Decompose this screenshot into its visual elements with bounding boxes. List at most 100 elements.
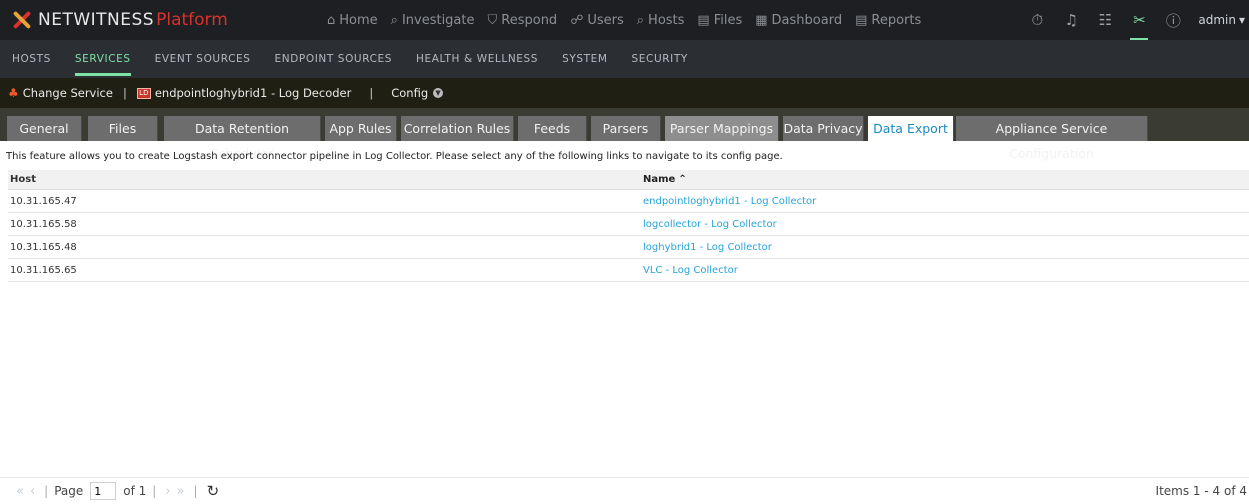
nav-investigate[interactable]: ⌕ Investigate: [391, 13, 475, 28]
investigate-icon: ⌕: [390, 12, 398, 28]
tab-parser-mappings[interactable]: Parser Mappings: [665, 116, 779, 141]
subnav-endpoint-sources[interactable]: ENDPOINT SOURCES: [275, 40, 393, 78]
service-bar: ♣ Change Service | LD endpointloghybrid1…: [0, 78, 1249, 108]
service-name: endpointloghybrid1 - Log Decoder: [154, 86, 352, 100]
host-cell: 10.31.165.65: [10, 264, 77, 276]
tab-correlation-rules[interactable]: Correlation Rules: [401, 116, 514, 141]
collector-link[interactable]: loghybrid1 - Log Collector: [635, 242, 772, 253]
first-page-icon[interactable]: «: [16, 484, 24, 499]
nav-hosts[interactable]: ⌕ Hosts: [637, 13, 685, 28]
files-icon: ▤: [697, 12, 710, 28]
tab-files[interactable]: Files: [88, 116, 158, 141]
admin-sub-nav: HOSTS SERVICES EVENT SOURCES ENDPOINT SO…: [0, 40, 1249, 78]
config-dropdown[interactable]: Config ▼: [391, 86, 444, 100]
logo-brand-text: NETWITNESS: [38, 10, 155, 30]
page-number-input[interactable]: [90, 482, 117, 500]
admin-tools-icon[interactable]: ✂: [1130, 0, 1149, 40]
dashboard-icon: ▦: [755, 12, 768, 28]
subnav-event-sources[interactable]: EVENT SOURCES: [155, 40, 251, 78]
collector-link[interactable]: endpointloghybrid1 - Log Collector: [635, 196, 816, 207]
nav-home[interactable]: ⌂ Home: [327, 13, 378, 28]
divider: |: [44, 484, 49, 498]
config-label: Config: [391, 86, 429, 100]
table-row: 10.31.165.65 VLC - Log Collector: [8, 259, 1249, 282]
tab-data-retention-scheduler[interactable]: Data Retention Scheduler: [164, 116, 321, 161]
divider: |: [152, 484, 157, 498]
change-service-button[interactable]: ♣ Change Service: [8, 86, 113, 100]
reports-icon: ▤: [855, 12, 868, 28]
host-cell: 10.31.165.48: [10, 241, 77, 253]
collector-link[interactable]: VLC - Log Collector: [635, 265, 738, 276]
respond-icon: ⛉: [487, 12, 498, 28]
host-cell: 10.31.165.47: [10, 195, 77, 207]
collector-link[interactable]: logcollector - Log Collector: [635, 219, 777, 230]
nav-reports-label: Reports: [871, 12, 922, 28]
help-icon[interactable]: ⓘ: [1164, 10, 1182, 31]
items-count: Items 1 - 4 of 4: [1155, 484, 1247, 498]
tab-data-privacy[interactable]: Data Privacy: [783, 116, 864, 141]
next-page-icon[interactable]: ›: [165, 484, 170, 499]
main-nav: ⌂ Home ⌕ Investigate ⛉ Respond ☍ Users ⌕ Host…: [327, 0, 921, 40]
tab-general[interactable]: General: [7, 116, 82, 141]
nav-files[interactable]: ▤ Files: [697, 13, 742, 28]
log-decoder-icon: LD: [136, 87, 151, 99]
tasks-icon[interactable]: ☷: [1096, 11, 1114, 29]
user-menu[interactable]: admin ▾: [1198, 13, 1245, 27]
prev-page-icon[interactable]: ‹: [30, 484, 35, 499]
page-label: Page: [54, 484, 84, 498]
sort-ascending-icon: ⌃: [678, 174, 687, 185]
feature-description: This feature allows you to create Logsta…: [6, 151, 783, 162]
subnav-services[interactable]: SERVICES: [74, 40, 131, 78]
table-row: 10.31.165.48 loghybrid1 - Log Collector: [8, 236, 1249, 259]
nav-users-label: Users: [587, 12, 624, 28]
logo-product-text: Platform: [156, 10, 228, 30]
pagination-bar: « ‹ | Page of 1 | › » | ↻ Items 1 - 4 of…: [0, 477, 1249, 504]
column-header-name[interactable]: Name ⌃: [635, 174, 687, 185]
user-name: admin: [1198, 13, 1236, 27]
divider: |: [369, 86, 374, 100]
netwitness-x-icon: [10, 8, 34, 32]
tab-feeds[interactable]: Feeds: [518, 116, 587, 141]
table-header: Host Name ⌃: [8, 170, 1249, 190]
divider: |: [193, 484, 198, 498]
nav-reports[interactable]: ▤ Reports: [855, 13, 921, 28]
nav-dashboard-label: Dashboard: [771, 12, 843, 28]
nav-respond[interactable]: ⛉ Respond: [488, 13, 558, 28]
nav-users[interactable]: ☍ Users: [570, 13, 624, 28]
nav-respond-label: Respond: [501, 12, 558, 28]
nav-investigate-label: Investigate: [401, 12, 475, 28]
chevron-down-icon: ▾: [1238, 13, 1245, 27]
table-row: 10.31.165.47 endpointloghybrid1 - Log Co…: [8, 190, 1249, 213]
tab-app-rules[interactable]: App Rules: [325, 116, 397, 141]
divider: |: [122, 86, 127, 100]
refresh-icon[interactable]: ↻: [207, 482, 220, 500]
chevron-down-icon: ▼: [433, 88, 444, 98]
top-navigation-bar: NETWITNESS Platform ⌂ Home ⌕ Investigate ⛉…: [0, 0, 1249, 40]
tab-appliance-service-configuration[interactable]: Appliance Service Configuration: [956, 116, 1148, 161]
right-nav: ⏱ ♫ ☷ ✂ ⓘ admin ▾: [1028, 0, 1249, 40]
nav-hosts-label: Hosts: [648, 12, 685, 28]
nav-dashboard[interactable]: ▦ Dashboard: [755, 13, 842, 28]
subnav-security[interactable]: SECURITY: [632, 40, 688, 78]
page-count: of 1: [123, 484, 147, 498]
timer-icon[interactable]: ⏱: [1028, 11, 1046, 29]
users-icon: ☍: [570, 12, 584, 28]
bell-icon[interactable]: ♫: [1062, 11, 1080, 29]
host-cell: 10.31.165.58: [10, 218, 77, 230]
hosts-icon: ⌕: [636, 12, 645, 28]
home-icon: ⌂: [327, 12, 336, 28]
column-header-host[interactable]: Host: [8, 174, 635, 185]
subnav-system[interactable]: SYSTEM: [562, 40, 607, 78]
nav-files-label: Files: [713, 12, 743, 28]
netwitness-logo[interactable]: NETWITNESS Platform: [10, 0, 228, 40]
change-service-label: Change Service: [22, 86, 113, 100]
tab-data-export[interactable]: Data Export: [868, 116, 954, 141]
column-header-name-label: Name: [643, 174, 676, 185]
subnav-health-wellness[interactable]: HEALTH & WELLNESS: [416, 40, 538, 78]
nav-home-label: Home: [339, 12, 378, 28]
log-collector-table: Host Name ⌃ 10.31.165.47 endpointloghybri…: [8, 170, 1249, 282]
tab-parsers[interactable]: Parsers: [591, 116, 661, 141]
config-tabs: General Files Data Retention Scheduler A…: [0, 108, 1249, 161]
subnav-hosts[interactable]: HOSTS: [12, 40, 51, 78]
last-page-icon[interactable]: »: [177, 484, 185, 499]
